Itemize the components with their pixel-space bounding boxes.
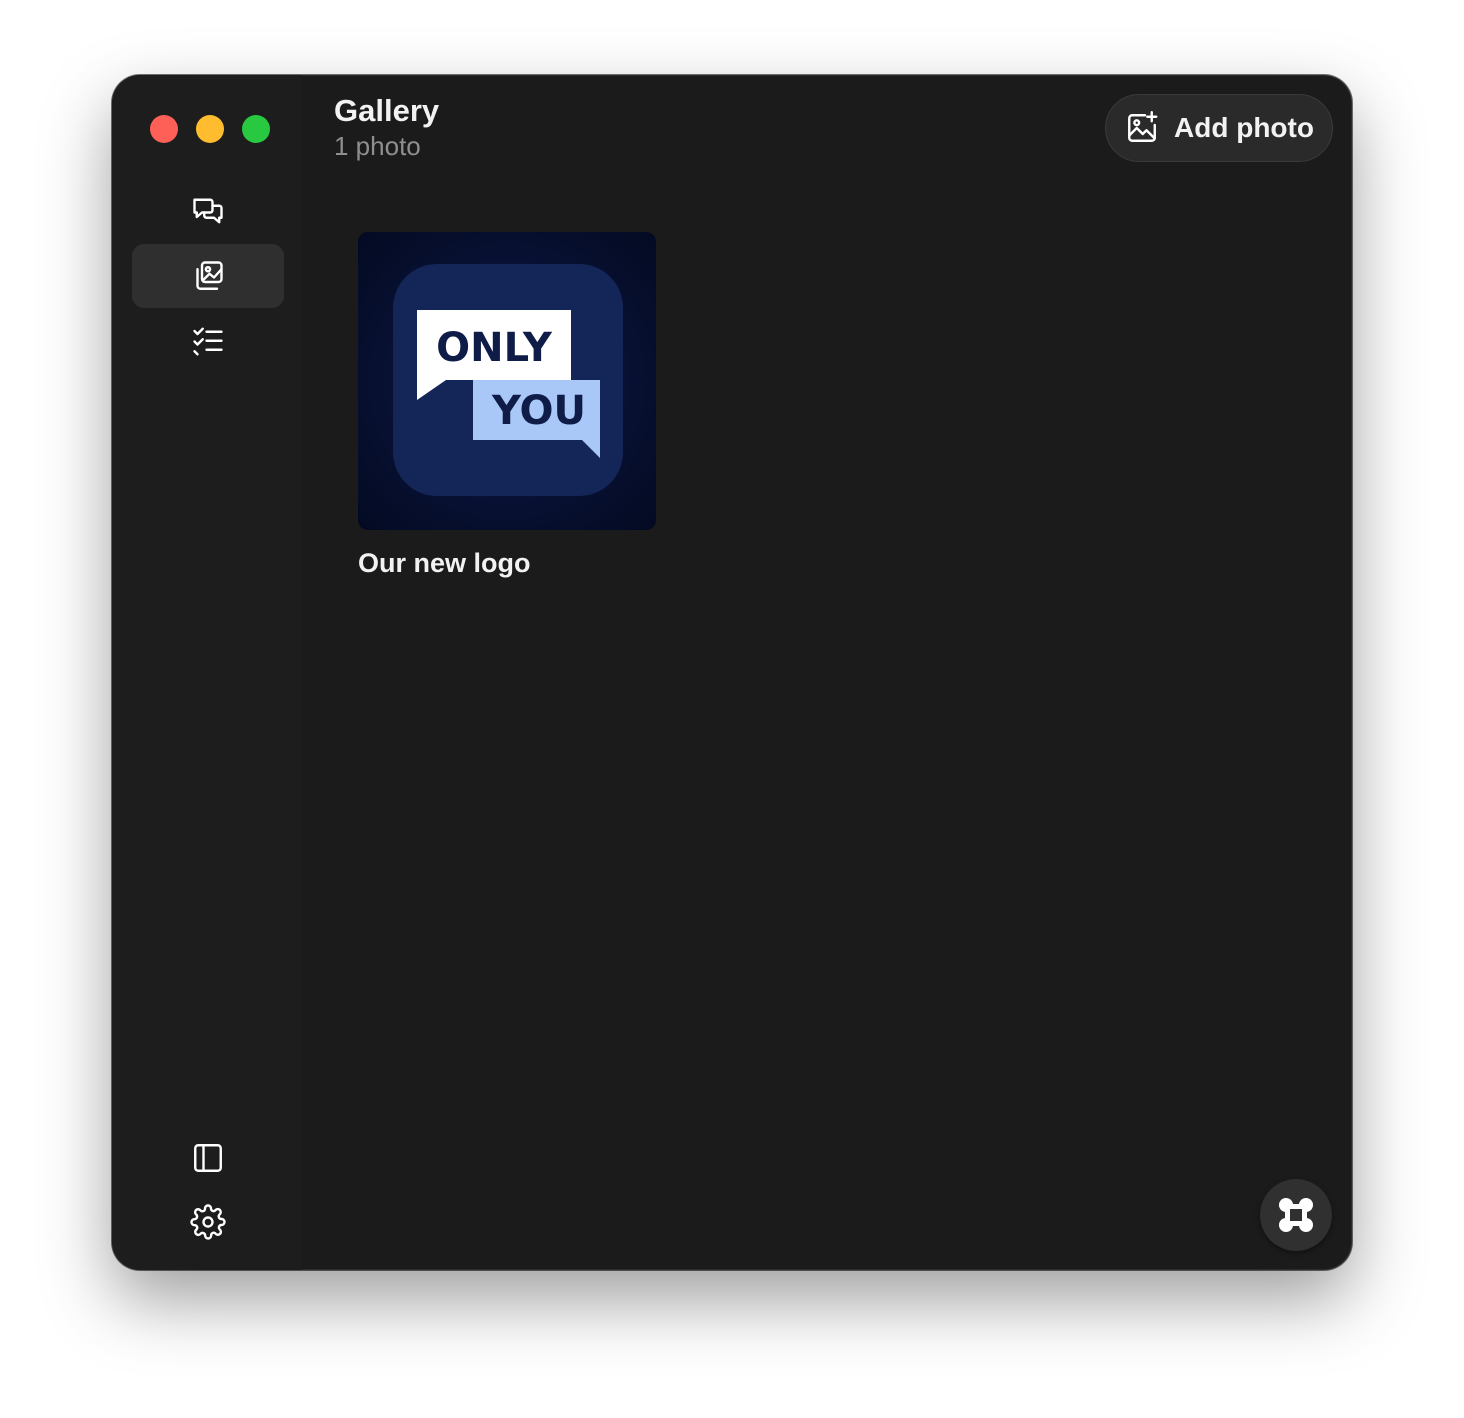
app-window: Gallery 1 photo Add photo ONLY YOU Our n… xyxy=(112,75,1352,1270)
settings-button[interactable] xyxy=(132,1190,284,1254)
add-photo-label: Add photo xyxy=(1174,112,1314,143)
sidebar-toggle-icon xyxy=(194,1144,222,1172)
page-title: Gallery xyxy=(334,93,440,128)
logo-text-you: YOU xyxy=(491,388,586,434)
checklist-icon xyxy=(193,327,223,356)
photo-card[interactable]: ONLY YOU Our new logo xyxy=(358,232,656,579)
photo-caption: Our new logo xyxy=(358,548,531,578)
chat-bubbles-icon xyxy=(193,198,223,224)
command-icon xyxy=(1279,1198,1313,1232)
maximize-window-button[interactable] xyxy=(242,115,270,143)
sidebar-item-tasks[interactable] xyxy=(132,308,284,372)
gear-icon xyxy=(190,1204,226,1240)
add-photo-button[interactable]: Add photo xyxy=(1105,94,1333,162)
logo-text-only: ONLY xyxy=(436,325,553,371)
sidebar-toggle-button[interactable] xyxy=(132,1126,284,1190)
only-you-logo: ONLY YOU xyxy=(358,232,656,530)
sidebar xyxy=(112,75,302,1270)
photo-count: 1 photo xyxy=(334,131,421,161)
close-window-button[interactable] xyxy=(150,115,178,143)
add-image-icon xyxy=(1128,111,1158,142)
photo-gallery-icon xyxy=(196,261,223,290)
minimize-window-button[interactable] xyxy=(196,115,224,143)
photo-thumbnail[interactable]: ONLY YOU xyxy=(358,232,656,530)
sidebar-item-chats[interactable] xyxy=(132,179,284,243)
sidebar-item-gallery[interactable] xyxy=(132,244,284,308)
command-button[interactable] xyxy=(1260,1179,1332,1251)
